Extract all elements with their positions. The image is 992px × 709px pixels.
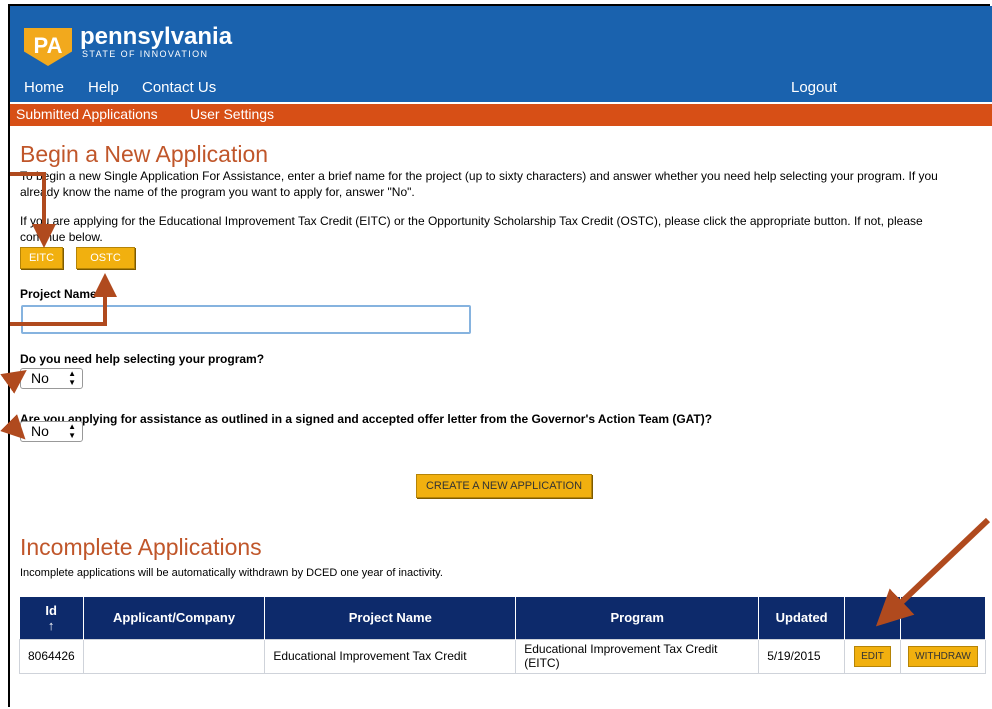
cell-id: 8064426 <box>19 638 84 674</box>
incomplete-title: Incomplete Applications <box>20 534 262 560</box>
begin-title: Begin a New Application <box>20 141 269 167</box>
keystone-logo-icon: PA <box>24 28 72 66</box>
gat-question-label: Are you applying for assistance as outli… <box>20 412 713 426</box>
table-row: 8064426 Educational Improvement Tax Cred… <box>19 638 986 674</box>
table-header-row: Id ↑ Applicant/Company Project Name Prog… <box>19 597 986 639</box>
help-question-label: Do you need help selecting your program? <box>20 352 265 366</box>
nav-home-link[interactable]: Home <box>24 79 64 96</box>
col-company[interactable]: Applicant/Company <box>83 597 266 639</box>
program-line-1: Educational Improvement Tax Credit <box>524 642 718 656</box>
col-id[interactable]: Id ↑ <box>19 597 84 639</box>
nav-logout-link[interactable]: Logout <box>791 79 837 96</box>
intro-line-1: To begin a new Single Application For As… <box>20 169 938 183</box>
cell-company <box>82 638 266 674</box>
subnav-submitted-link[interactable]: Submitted Applications <box>16 106 158 122</box>
cell-program: Educational Improvement Tax Credit (EITC… <box>515 638 760 674</box>
logo-name: pennsylvania <box>80 23 233 50</box>
eitc-button[interactable]: EITC <box>20 247 63 269</box>
select-arrows-icon: ▲ ▼ <box>68 369 76 387</box>
program-line-2: (EITC) <box>524 656 560 670</box>
sub-nav: Submitted Applications User Settings <box>10 104 992 126</box>
main-nav: Home Help Contact Us Logout <box>10 74 992 102</box>
intro-line-2: already know the name of the program you… <box>20 185 415 199</box>
col-updated[interactable]: Updated <box>758 597 846 639</box>
col-edit <box>844 597 901 639</box>
cell-edit: EDIT <box>844 638 901 674</box>
gat-select-value: No <box>31 423 49 439</box>
select-arrows-icon: ▲ ▼ <box>68 422 76 440</box>
cell-updated: 5/19/2015 <box>758 638 846 674</box>
sort-up-icon: ↑ <box>47 617 55 633</box>
project-name-input[interactable] <box>21 305 471 334</box>
col-project-name[interactable]: Project Name <box>264 597 517 639</box>
incomplete-note: Incomplete applications will be automati… <box>20 567 443 579</box>
incomplete-table: Id ↑ Applicant/Company Project Name Prog… <box>19 597 986 674</box>
gat-select[interactable]: No ▲ ▼ <box>20 421 83 442</box>
help-select-value: No <box>31 370 49 386</box>
col-program[interactable]: Program <box>515 597 760 639</box>
nav-help-link[interactable]: Help <box>88 79 119 96</box>
create-application-button[interactable]: CREATE A NEW APPLICATION <box>416 474 592 498</box>
tax-line-2: continue below. <box>20 230 103 244</box>
site-header: PA pennsylvania STATE OF INNOVATION <box>10 6 992 74</box>
subnav-settings-link[interactable]: User Settings <box>190 106 274 122</box>
edit-button[interactable]: EDIT <box>854 645 891 667</box>
logo-tagline: STATE OF INNOVATION <box>82 49 209 59</box>
withdraw-button[interactable]: WITHDRAW <box>908 645 978 667</box>
col-withdraw <box>900 597 986 639</box>
tax-line-1: If you are applying for the Educational … <box>20 214 923 228</box>
cell-project: Educational Improvement Tax Credit <box>264 638 517 674</box>
help-select[interactable]: No ▲ ▼ <box>20 368 83 389</box>
ostc-button[interactable]: OSTC <box>76 247 135 269</box>
cell-withdraw: WITHDRAW <box>900 638 986 674</box>
project-name-label: Project Name <box>20 287 97 301</box>
nav-contact-link[interactable]: Contact Us <box>142 79 216 96</box>
col-id-label: Id <box>45 602 57 618</box>
